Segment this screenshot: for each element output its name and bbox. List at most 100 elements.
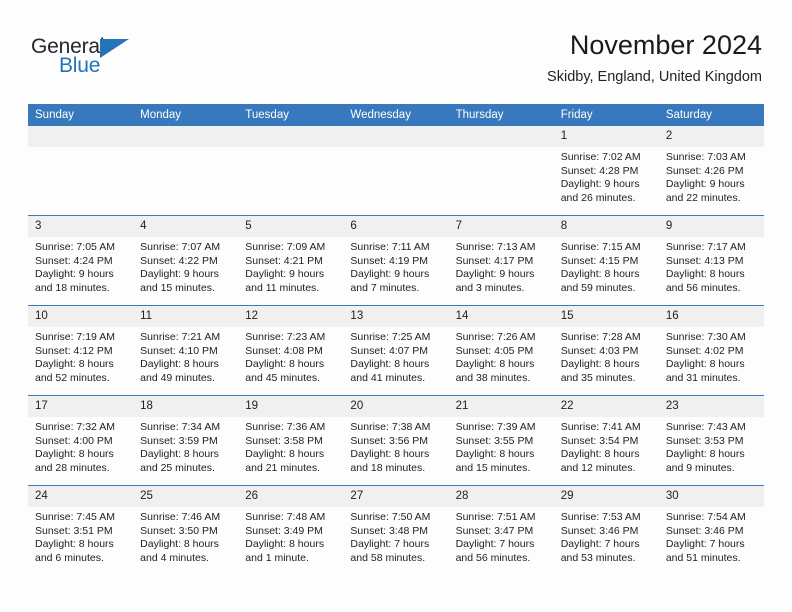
sunset-time: Sunset: 4:00 PM (35, 434, 113, 447)
calendar-day-cell[interactable]: 16 Sunrise: 7:30 AM Sunset: 4:02 PM Dayligh… (658, 305, 764, 396)
daylight-duration-line2: and 4 minutes. (140, 551, 210, 564)
calendar-day-cell[interactable]: 14 Sunrise: 7:26 AM Sunset: 4:05 PM Dayligh… (448, 305, 554, 396)
calendar-day-cell[interactable]: 30 Sunrise: 7:54 AM Sunset: 3:46 PM Dayligh… (658, 485, 764, 575)
day-number: 10 (28, 306, 134, 327)
day-cell-inner (28, 126, 134, 215)
calendar-day-cell[interactable]: 22 Sunrise: 7:41 AM Sunset: 3:54 PM Dayligh… (553, 395, 659, 486)
day-cell-inner: 5 Sunrise: 7:09 AM Sunset: 4:21 PM Daylight… (238, 216, 344, 305)
sunset-time: Sunset: 4:10 PM (140, 344, 218, 357)
calendar-day-cell[interactable]: 23 Sunrise: 7:43 AM Sunset: 3:53 PM Dayligh… (658, 395, 764, 486)
sunrise-time: Sunrise: 7:03 AM (665, 151, 746, 163)
weekday-header-saturday: Saturday (658, 104, 764, 126)
calendar-grid: Sunday Monday Tuesday Wednesday Thursday… (28, 104, 764, 575)
day-cell-inner: 27 Sunrise: 7:50 AM Sunset: 3:48 PM Dayligh… (343, 486, 449, 575)
day-number: 21 (448, 396, 554, 417)
calendar-day-cell[interactable]: 19 Sunrise: 7:36 AM Sunset: 3:58 PM Dayligh… (238, 395, 344, 486)
sun-info: Sunrise: 7:15 AM Sunset: 4:15 PM Daylight:… (554, 237, 659, 295)
daylight-duration-line1: Daylight: 8 hours (350, 358, 430, 371)
calendar-day-cell[interactable]: 27 Sunrise: 7:50 AM Sunset: 3:48 PM Dayligh… (343, 485, 449, 575)
sunset-time: Sunset: 4:26 PM (665, 164, 744, 177)
calendar-day-cell[interactable]: 15 Sunrise: 7:28 AM Sunset: 4:03 PM Dayligh… (553, 305, 659, 396)
calendar-day-cell[interactable]: 3 Sunrise: 7:05 AM Sunset: 4:24 PM Daylight… (28, 215, 134, 306)
daylight-duration-line1: Daylight: 9 hours (455, 268, 535, 281)
calendar-day-cell[interactable]: 7 Sunrise: 7:13 AM Sunset: 4:17 PM Daylight… (448, 215, 554, 306)
page-header: General Blue November 2024 Skidby, Engla… (0, 0, 792, 100)
day-cell-inner: 3 Sunrise: 7:05 AM Sunset: 4:24 PM Daylight… (28, 216, 134, 305)
day-number: 23 (658, 396, 764, 417)
daylight-duration-line2: and 1 minute. (245, 551, 309, 564)
daylight-duration-line2: and 18 minutes. (350, 461, 426, 474)
calendar-day-cell[interactable]: 1 Sunrise: 7:02 AM Sunset: 4:28 PM Daylight… (553, 126, 659, 216)
calendar-day-cell[interactable]: 29 Sunrise: 7:53 AM Sunset: 3:46 PM Dayligh… (553, 485, 659, 575)
day-number (448, 126, 554, 147)
sun-info: Sunrise: 7:45 AM Sunset: 3:51 PM Daylight:… (28, 507, 133, 565)
calendar-day-cell[interactable]: 20 Sunrise: 7:38 AM Sunset: 3:56 PM Dayligh… (343, 395, 449, 486)
calendar-day-cell[interactable]: 2 Sunrise: 7:03 AM Sunset: 4:26 PM Daylight… (658, 126, 764, 216)
daylight-duration-line1: Daylight: 8 hours (665, 268, 745, 281)
day-number: 18 (133, 396, 239, 417)
calendar-day-cell[interactable]: 10 Sunrise: 7:19 AM Sunset: 4:12 PM Dayligh… (28, 305, 134, 396)
daylight-duration-line1: Daylight: 9 hours (140, 268, 219, 281)
day-number: 27 (343, 486, 449, 507)
sunrise-time: Sunrise: 7:51 AM (455, 511, 536, 523)
calendar-week-row: 10 Sunrise: 7:19 AM Sunset: 4:12 PM Dayligh… (28, 305, 764, 396)
calendar-day-cell[interactable]: 24 Sunrise: 7:45 AM Sunset: 3:51 PM Dayligh… (28, 485, 134, 575)
sunrise-time: Sunrise: 7:32 AM (35, 421, 115, 433)
sun-info: Sunrise: 7:51 AM Sunset: 3:47 PM Daylight:… (449, 507, 554, 565)
daylight-duration-line2: and 12 minutes. (560, 461, 636, 474)
sunrise-time: Sunrise: 7:17 AM (665, 241, 746, 253)
daylight-duration-line1: Daylight: 9 hours (35, 268, 114, 281)
sunrise-time: Sunrise: 7:21 AM (140, 331, 221, 343)
day-cell-inner: 18 Sunrise: 7:34 AM Sunset: 3:59 PM Dayligh… (133, 396, 239, 485)
sunset-time: Sunset: 3:48 PM (350, 524, 429, 537)
daylight-duration-line2: and 35 minutes. (560, 371, 636, 384)
daylight-duration-line2: and 7 minutes. (350, 281, 420, 294)
weekday-header-thursday: Thursday (448, 104, 554, 126)
sunset-time: Sunset: 3:56 PM (350, 434, 429, 447)
calendar-day-cell[interactable]: 13 Sunrise: 7:25 AM Sunset: 4:07 PM Dayligh… (343, 305, 449, 396)
daylight-duration-line1: Daylight: 8 hours (35, 538, 114, 551)
calendar-day-cell[interactable]: 18 Sunrise: 7:34 AM Sunset: 3:59 PM Dayligh… (133, 395, 239, 486)
day-number: 3 (28, 216, 134, 237)
calendar-day-cell[interactable]: 26 Sunrise: 7:48 AM Sunset: 3:49 PM Dayligh… (238, 485, 344, 575)
day-cell-inner: 25 Sunrise: 7:46 AM Sunset: 3:50 PM Dayligh… (133, 486, 239, 575)
day-number: 28 (448, 486, 554, 507)
calendar-day-cell[interactable]: 17 Sunrise: 7:32 AM Sunset: 4:00 PM Dayligh… (28, 395, 134, 486)
general-blue-logo[interactable]: General Blue (31, 36, 171, 84)
sunrise-time: Sunrise: 7:30 AM (665, 331, 746, 343)
daylight-duration-line1: Daylight: 7 hours (665, 538, 745, 551)
day-cell-inner: 14 Sunrise: 7:26 AM Sunset: 4:05 PM Dayligh… (448, 306, 554, 395)
day-number: 24 (28, 486, 134, 507)
daylight-duration-line2: and 26 minutes. (560, 191, 636, 204)
sunrise-time: Sunrise: 7:54 AM (665, 511, 746, 523)
day-cell-inner: 10 Sunrise: 7:19 AM Sunset: 4:12 PM Dayligh… (28, 306, 134, 395)
day-cell-inner: 15 Sunrise: 7:28 AM Sunset: 4:03 PM Dayligh… (553, 306, 659, 395)
calendar-day-cell[interactable]: 9 Sunrise: 7:17 AM Sunset: 4:13 PM Daylight… (658, 215, 764, 306)
calendar-day-cell[interactable]: 12 Sunrise: 7:23 AM Sunset: 4:08 PM Dayligh… (238, 305, 344, 396)
sun-info: Sunrise: 7:36 AM Sunset: 3:58 PM Daylight:… (238, 417, 343, 475)
sun-info: Sunrise: 7:05 AM Sunset: 4:24 PM Daylight:… (28, 237, 133, 295)
calendar-day-cell[interactable]: 5 Sunrise: 7:09 AM Sunset: 4:21 PM Daylight… (238, 215, 344, 306)
calendar-day-cell[interactable]: 21 Sunrise: 7:39 AM Sunset: 3:55 PM Dayligh… (448, 395, 554, 486)
calendar-day-cell[interactable]: 11 Sunrise: 7:21 AM Sunset: 4:10 PM Dayligh… (133, 305, 239, 396)
calendar-day-cell[interactable]: 4 Sunrise: 7:07 AM Sunset: 4:22 PM Daylight… (133, 215, 239, 306)
sun-info: Sunrise: 7:48 AM Sunset: 3:49 PM Daylight:… (238, 507, 343, 565)
calendar-day-cell[interactable]: 8 Sunrise: 7:15 AM Sunset: 4:15 PM Daylight… (553, 215, 659, 306)
sunrise-time: Sunrise: 7:53 AM (560, 511, 641, 523)
day-cell-inner: 13 Sunrise: 7:25 AM Sunset: 4:07 PM Dayligh… (343, 306, 449, 395)
day-number (133, 126, 239, 147)
calendar-day-cell[interactable]: 28 Sunrise: 7:51 AM Sunset: 3:47 PM Dayligh… (448, 485, 554, 575)
daylight-duration-line1: Daylight: 7 hours (560, 538, 640, 551)
page-title: November 2024 (569, 30, 762, 60)
sunset-time: Sunset: 4:07 PM (350, 344, 429, 357)
sunset-time: Sunset: 3:58 PM (245, 434, 323, 447)
day-cell-inner: 28 Sunrise: 7:51 AM Sunset: 3:47 PM Dayligh… (448, 486, 554, 575)
sun-info: Sunrise: 7:09 AM Sunset: 4:21 PM Daylight:… (238, 237, 343, 295)
calendar-week-row: 1 Sunrise: 7:02 AM Sunset: 4:28 PM Daylight… (28, 126, 764, 216)
daylight-duration-line1: Daylight: 8 hours (245, 538, 325, 551)
weekday-header-tuesday: Tuesday (238, 104, 344, 126)
daylight-duration-line2: and 53 minutes. (560, 551, 636, 564)
calendar-day-cell[interactable]: 6 Sunrise: 7:11 AM Sunset: 4:19 PM Daylight… (343, 215, 449, 306)
logo-text-blue: Blue (59, 54, 101, 77)
calendar-day-cell[interactable]: 25 Sunrise: 7:46 AM Sunset: 3:50 PM Dayligh… (133, 485, 239, 575)
